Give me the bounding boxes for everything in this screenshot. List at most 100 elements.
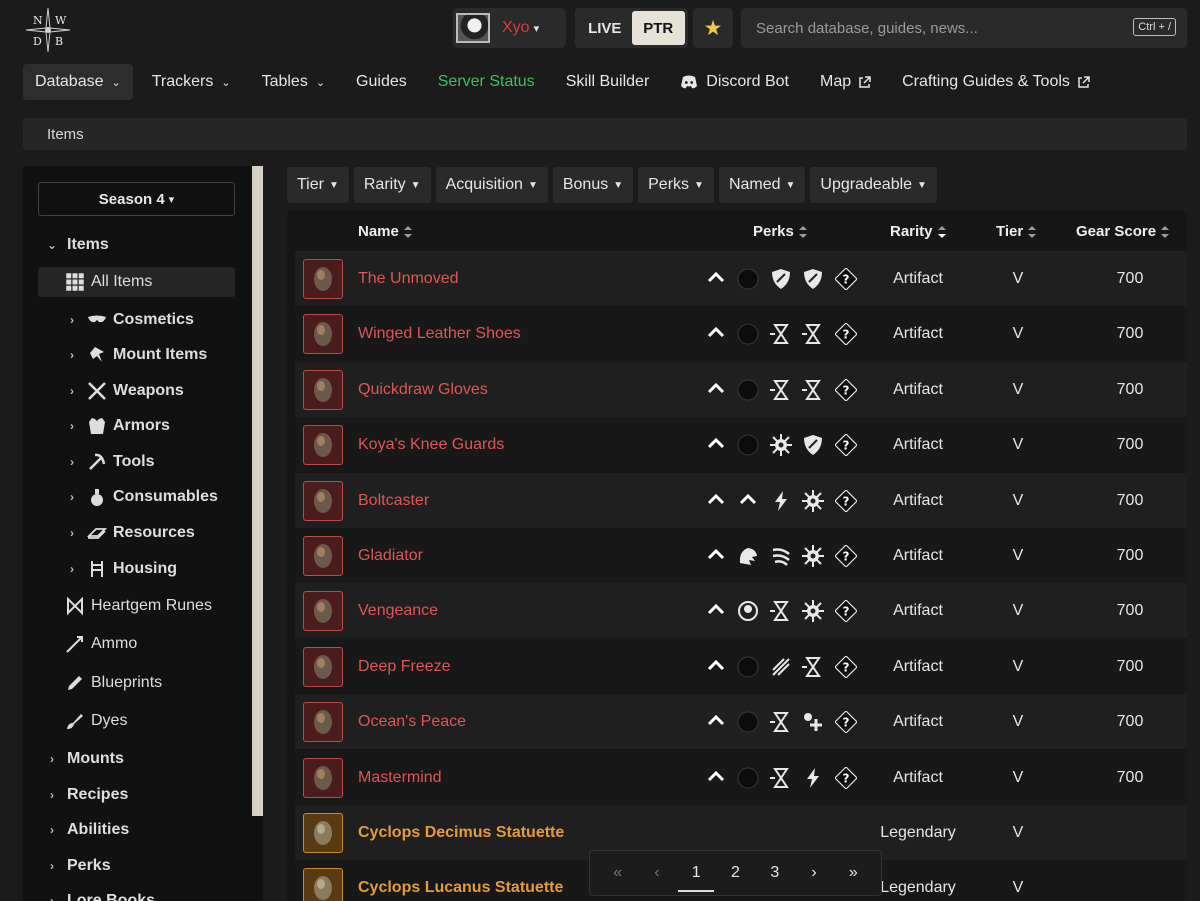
item-name-link[interactable]: Vengeance: [358, 602, 438, 620]
claw-icon[interactable]: [767, 541, 795, 571]
table-row[interactable]: Gladiator? Artifact V 700: [295, 528, 1187, 583]
sidebar-section-mounts[interactable]: › Mounts: [45, 744, 124, 774]
empty-socket-icon[interactable]: [734, 264, 762, 294]
table-row[interactable]: Quickdraw Gloves? Artifact V 700: [295, 361, 1187, 417]
filter-named[interactable]: Named ▼: [718, 167, 806, 203]
last-page-button[interactable]: »: [835, 858, 871, 888]
nav-database[interactable]: Database ⌄: [23, 64, 133, 100]
table-row[interactable]: The Unmoved? Artifact V 700: [295, 251, 1187, 306]
item-name-link[interactable]: Mastermind: [358, 769, 442, 787]
column-header-gear-score[interactable]: Gear Score: [1076, 223, 1170, 240]
heal-plus-icon[interactable]: [799, 707, 827, 737]
column-header-perks[interactable]: Perks: [753, 223, 808, 240]
sidebar-section-abilities[interactable]: › Abilities: [45, 815, 129, 845]
next-page-button[interactable]: ›: [796, 858, 832, 888]
chevron-up-icon[interactable]: [702, 652, 730, 682]
unknown-perk-icon[interactable]: ?: [832, 486, 860, 516]
hourglass-icon[interactable]: [799, 319, 827, 349]
item-thumbnail[interactable]: [303, 480, 343, 521]
page-3-button[interactable]: 3: [757, 858, 793, 888]
sidebar-item-ammo[interactable]: Ammo: [65, 629, 137, 659]
sidebar-item-weapons[interactable]: › Weapons: [65, 376, 184, 406]
face-icon[interactable]: [734, 596, 762, 626]
chevron-up-icon[interactable]: [702, 486, 730, 516]
hourglass-icon[interactable]: [767, 319, 795, 349]
chevron-up-icon[interactable]: [734, 486, 762, 516]
shield-icon[interactable]: [799, 264, 827, 294]
chevron-up-icon[interactable]: [702, 596, 730, 626]
hourglass-icon[interactable]: [767, 596, 795, 626]
nav-map[interactable]: Map: [808, 64, 883, 100]
user-menu[interactable]: Xyo ▾: [453, 8, 566, 48]
hourglass-icon[interactable]: [799, 375, 827, 405]
chevron-up-icon[interactable]: [702, 264, 730, 294]
column-header-name[interactable]: Name: [358, 223, 413, 240]
lightning-icon[interactable]: [767, 486, 795, 516]
ptr-button[interactable]: PTR: [631, 11, 685, 45]
gear-burst-icon[interactable]: [799, 541, 827, 571]
sidebar-item-housing[interactable]: › Housing: [65, 554, 177, 584]
item-thumbnail[interactable]: [303, 702, 343, 743]
unknown-perk-icon[interactable]: ?: [832, 652, 860, 682]
chevron-up-icon[interactable]: [702, 707, 730, 737]
empty-socket-icon[interactable]: [734, 319, 762, 349]
sidebar-section-recipes[interactable]: › Recipes: [45, 780, 128, 810]
unknown-perk-icon[interactable]: ?: [832, 763, 860, 793]
chevron-up-icon[interactable]: [702, 763, 730, 793]
sidebar-item-tools[interactable]: › Tools: [65, 447, 154, 477]
filter-bonus[interactable]: Bonus ▼: [552, 167, 634, 203]
item-name-link[interactable]: Ocean's Peace: [358, 713, 466, 731]
table-row[interactable]: Winged Leather Shoes? Artifact V 700: [295, 306, 1187, 362]
item-name-link[interactable]: Boltcaster: [358, 492, 429, 510]
item-thumbnail[interactable]: [303, 425, 343, 466]
season-selector[interactable]: Season 4 ▾: [38, 182, 235, 216]
first-page-button[interactable]: «: [600, 858, 636, 888]
page-1-button[interactable]: 1: [678, 858, 715, 892]
hourglass-icon[interactable]: [767, 707, 795, 737]
table-row[interactable]: Mastermind? Artifact V 700: [295, 749, 1187, 805]
unknown-perk-icon[interactable]: ?: [832, 375, 860, 405]
hourglass-icon[interactable]: [767, 763, 795, 793]
sidebar-item-heartgem-runes[interactable]: Heartgem Runes: [65, 591, 212, 621]
item-name-link[interactable]: Cyclops Decimus Statuette: [358, 824, 564, 842]
shield-icon[interactable]: [767, 264, 795, 294]
sidebar-scrollbar[interactable]: [252, 166, 263, 816]
nwdb-logo[interactable]: N W D B: [24, 6, 72, 54]
table-row[interactable]: Ocean's Peace? Artifact V 700: [295, 694, 1187, 750]
sidebar-section-lore-books[interactable]: › Lore Books: [45, 886, 155, 901]
column-header-rarity[interactable]: Rarity: [890, 223, 947, 240]
empty-socket-icon[interactable]: [734, 707, 762, 737]
favorites-button[interactable]: ★: [693, 8, 733, 48]
item-thumbnail[interactable]: [303, 813, 343, 853]
table-row[interactable]: Vengeance? Artifact V 700: [295, 583, 1187, 639]
nav-discord-bot[interactable]: Discord Bot: [668, 64, 801, 100]
empty-socket-icon[interactable]: [734, 430, 762, 460]
nav-trackers[interactable]: Trackers ⌄: [140, 64, 243, 100]
breadcrumb-items[interactable]: Items: [47, 126, 84, 143]
item-name-link[interactable]: The Unmoved: [358, 270, 459, 288]
nav-guides[interactable]: Guides: [344, 64, 419, 100]
chevron-up-icon[interactable]: [702, 375, 730, 405]
filter-perks[interactable]: Perks ▼: [638, 167, 714, 203]
table-row[interactable]: Koya's Knee Guards? Artifact V 700: [295, 417, 1187, 473]
chevron-up-icon[interactable]: [702, 319, 730, 349]
nav-tables[interactable]: Tables ⌄: [250, 64, 337, 100]
item-thumbnail[interactable]: [303, 646, 343, 687]
item-thumbnail[interactable]: [303, 757, 343, 798]
item-name-link[interactable]: Deep Freeze: [358, 658, 451, 676]
item-name-link[interactable]: Winged Leather Shoes: [358, 325, 521, 343]
filter-upgradeable[interactable]: Upgradeable ▼: [810, 167, 937, 203]
sword-slash-icon[interactable]: [767, 652, 795, 682]
sidebar-section-perks[interactable]: › Perks: [45, 851, 111, 881]
nav-skill-builder[interactable]: Skill Builder: [554, 64, 662, 100]
nav-crafting-guides[interactable]: Crafting Guides & Tools: [890, 64, 1102, 100]
sidebar-item-armors[interactable]: › Armors: [65, 411, 170, 441]
prev-page-button[interactable]: ‹: [639, 858, 675, 888]
item-thumbnail[interactable]: [303, 868, 343, 901]
item-thumbnail[interactable]: [303, 536, 343, 576]
live-button[interactable]: LIVE: [578, 11, 632, 45]
filter-acquisition[interactable]: Acquisition ▼: [435, 167, 548, 203]
search-input[interactable]: [741, 8, 1121, 48]
page-2-button[interactable]: 2: [717, 858, 753, 888]
item-name-link[interactable]: Cyclops Lucanus Statuette: [358, 879, 563, 897]
